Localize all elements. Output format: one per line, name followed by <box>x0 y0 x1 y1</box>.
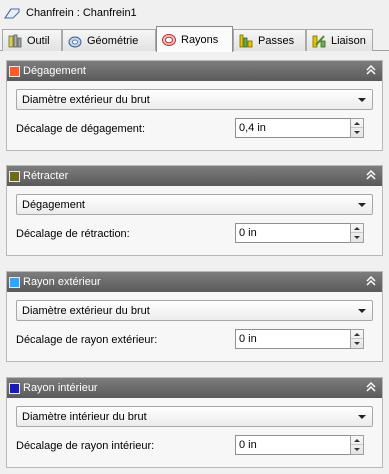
retract-select[interactable]: Dégagement <box>16 194 373 215</box>
field-label: Décalage de rayon intérieur: <box>16 440 155 452</box>
color-swatch <box>9 170 20 182</box>
panel-retracter: Rétracter Dégagement Décalage de rétract… <box>6 165 383 256</box>
spin-up-icon[interactable] <box>351 119 363 128</box>
field-value: 0 in <box>239 333 257 345</box>
chevron-down-icon <box>358 98 366 102</box>
spinner <box>350 329 364 349</box>
chevron-down-icon <box>358 203 366 207</box>
panel-title: Rétracter <box>23 170 69 182</box>
panel-header[interactable]: Rayon extérieur <box>7 272 382 292</box>
inner-radius-offset-field[interactable]: 0 in <box>235 435 364 455</box>
tab-geometrie[interactable]: Géométrie <box>62 29 156 51</box>
retract-offset-field[interactable]: 0 in <box>235 223 364 243</box>
double-chevron-up-icon[interactable] <box>365 169 377 181</box>
tool-icon <box>8 34 22 47</box>
panel-title: Dégagement <box>23 65 86 77</box>
passes-icon <box>239 34 253 47</box>
spinner <box>350 118 364 138</box>
geometry-icon <box>68 36 82 47</box>
chevron-down-icon <box>358 309 366 313</box>
tab-label: Outil <box>27 34 50 47</box>
inner-radius-select[interactable]: Diamètre intérieur du brut <box>16 406 373 427</box>
spin-up-icon[interactable] <box>351 330 363 339</box>
select-value: Diamètre intérieur du brut <box>22 410 147 423</box>
panel-rayon-interieur: Rayon intérieur Diamètre intérieur du br… <box>6 377 383 468</box>
tab-bar: Outil Géométrie Rayons Passes Liaison <box>0 26 389 52</box>
double-chevron-up-icon[interactable] <box>365 64 377 76</box>
spinner <box>350 223 364 243</box>
panel-title: Rayon intérieur <box>23 382 98 394</box>
tab-content: Dégagement Diamètre extérieur du brut Dé… <box>0 51 389 474</box>
chevron-down-icon <box>358 415 366 419</box>
title-bar: Chanfrein : Chanfrein1 <box>0 0 389 26</box>
field-value: 0,4 in <box>239 122 266 134</box>
select-value: Diamètre extérieur du brut <box>22 304 150 317</box>
tab-passes[interactable]: Passes <box>233 29 306 51</box>
double-chevron-up-icon[interactable] <box>365 275 377 287</box>
field-label: Décalage de dégagement: <box>16 123 146 135</box>
select-value: Diamètre extérieur du brut <box>22 93 150 106</box>
field-label: Décalage de rayon extérieur: <box>16 334 158 346</box>
panel-header[interactable]: Dégagement <box>7 61 382 81</box>
panel-header[interactable]: Rayon intérieur <box>7 378 382 398</box>
spin-up-icon[interactable] <box>351 224 363 233</box>
tab-label: Passes <box>258 34 295 47</box>
spin-down-icon[interactable] <box>351 339 363 348</box>
spin-up-icon[interactable] <box>351 436 363 445</box>
panel-rayon-exterieur: Rayon extérieur Diamètre extérieur du br… <box>6 271 383 362</box>
field-value: 0 in <box>239 439 257 451</box>
radii-icon <box>162 33 176 46</box>
tab-rayons[interactable]: Rayons <box>156 26 233 52</box>
spin-down-icon[interactable] <box>351 233 363 242</box>
color-swatch <box>9 382 20 394</box>
linking-icon <box>312 34 326 47</box>
tab-liaison[interactable]: Liaison <box>306 29 373 51</box>
tab-label: Rayons <box>181 33 219 46</box>
spin-down-icon[interactable] <box>351 128 363 137</box>
tab-outil[interactable]: Outil <box>2 29 62 51</box>
spin-down-icon[interactable] <box>351 445 363 454</box>
tab-label: Géométrie <box>87 34 139 47</box>
field-label: Décalage de rétraction: <box>16 228 130 240</box>
outer-radius-select[interactable]: Diamètre extérieur du brut <box>16 300 373 321</box>
panel-degagement: Dégagement Diamètre extérieur du brut Dé… <box>6 60 383 151</box>
panel-title: Rayon extérieur <box>23 276 101 288</box>
window-title: Chanfrein : Chanfrein1 <box>26 7 137 19</box>
field-value: 0 in <box>239 227 257 239</box>
chamfer-operation-icon <box>4 8 20 19</box>
outer-radius-offset-field[interactable]: 0 in <box>235 329 364 349</box>
double-chevron-up-icon[interactable] <box>365 381 377 393</box>
spinner <box>350 435 364 455</box>
panel-header[interactable]: Rétracter <box>7 166 382 186</box>
clearance-select[interactable]: Diamètre extérieur du brut <box>16 89 373 110</box>
select-value: Dégagement <box>22 198 85 211</box>
clearance-offset-field[interactable]: 0,4 in <box>235 118 364 138</box>
tab-label: Liaison <box>331 34 366 47</box>
color-swatch <box>9 65 20 77</box>
color-swatch <box>9 276 20 288</box>
